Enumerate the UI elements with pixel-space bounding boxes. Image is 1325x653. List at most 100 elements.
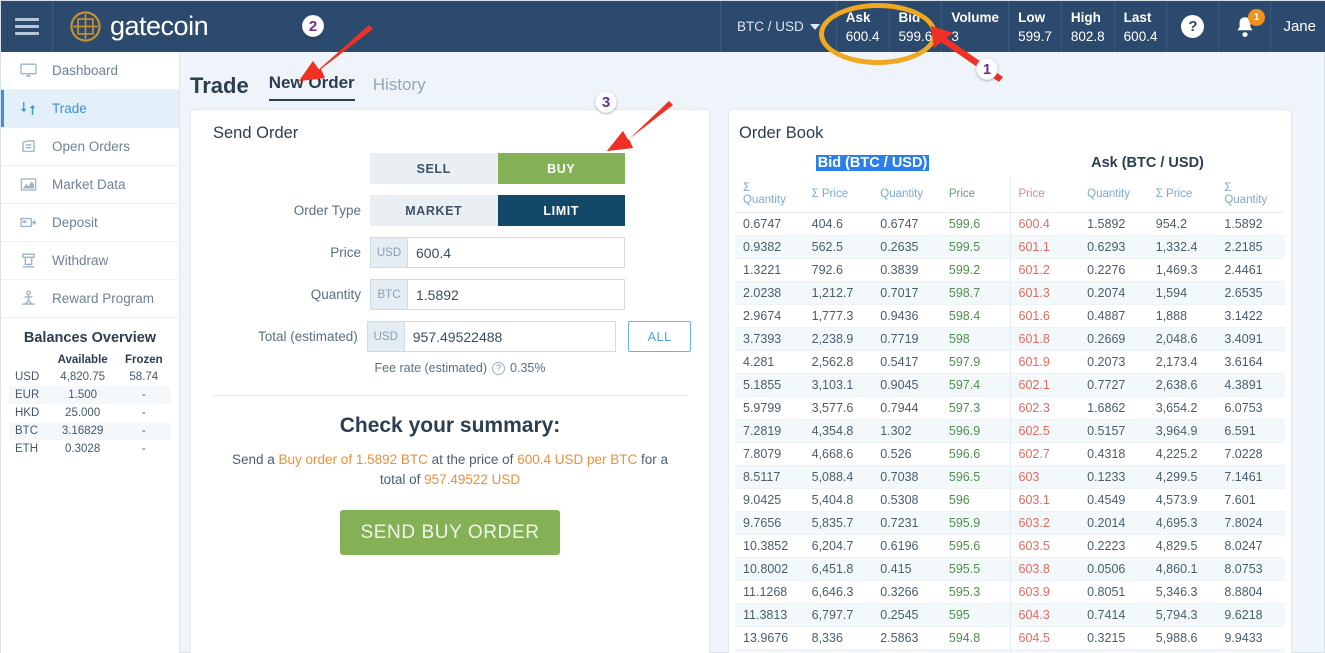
info-icon[interactable]: ?: [492, 361, 506, 375]
table-cell: 7.601: [1216, 488, 1285, 512]
table-row[interactable]: 0.9382 562.5 0.2635 599.5: [735, 235, 1010, 259]
table-cell: 562.5: [803, 235, 873, 259]
table-row[interactable]: 604.5 0.3215 5,988.6 9.9433: [1010, 626, 1285, 650]
table-row[interactable]: 10.8002 6,451.8 0.415 595.5: [735, 557, 1010, 581]
table-row[interactable]: 2.0238 1,212.7 0.7017 598.7: [735, 281, 1010, 305]
table-cell: 0.2074: [1079, 281, 1148, 305]
table-cell: 601.1: [1010, 235, 1080, 259]
market-button[interactable]: MARKET: [370, 195, 498, 226]
table-cell: 4,354.8: [803, 419, 873, 443]
table-row[interactable]: 5.1855 3,103.1 0.9045 597.4: [735, 373, 1010, 397]
table-row[interactable]: 5.9799 3,577.6 0.7944 597.3: [735, 396, 1010, 420]
table-row[interactable]: 15.27489,113.31.3072594.6: [735, 649, 1010, 653]
table-row[interactable]: 10.3852 6,204.7 0.6196 595.6: [735, 534, 1010, 558]
table-row[interactable]: 602.1 0.7727 2,638.6 4.3891: [1010, 373, 1285, 397]
total-label: Total (estimated): [257, 329, 358, 344]
sidebar-item-open-orders[interactable]: Open Orders: [1, 128, 179, 166]
hamburger-icon[interactable]: [1, 1, 53, 52]
ticker-last: Last 600.4: [1115, 1, 1168, 52]
table-row[interactable]: 601.9 0.2073 2,173.4 3.6164: [1010, 350, 1285, 374]
table-row[interactable]: 602.7 0.4318 4,225.2 7.0228: [1010, 442, 1285, 466]
balances-overview: Balances Overview Available Frozen USD 4…: [1, 318, 179, 458]
quantity-label: Quantity: [310, 287, 361, 302]
table-row[interactable]: 9.0425 5,404.8 0.5308 596: [735, 488, 1010, 512]
tab-history[interactable]: History: [373, 75, 426, 101]
balance-currency: HKD: [15, 407, 40, 419]
table-cell: 4,860.1: [1147, 557, 1217, 581]
table-row[interactable]: 7.2819 4,354.8 1.302 596.9: [735, 419, 1010, 443]
sidebar-item-market-data[interactable]: Market Data: [1, 166, 179, 204]
sell-button[interactable]: SELL: [370, 153, 498, 184]
table-cell: 598.4: [940, 304, 1010, 328]
table-cell: 596: [940, 488, 1010, 512]
table-row[interactable]: 7.8079 4,668.6 0.526 596.6: [735, 442, 1010, 466]
table-row[interactable]: 0.6747 404.6 0.6747 599.6: [735, 212, 1010, 236]
table-row[interactable]: 603.9 0.8051 5,346.3 8.8804: [1010, 580, 1285, 604]
all-button[interactable]: ALL: [628, 321, 691, 352]
table-row[interactable]: 604.3 0.7414 5,794.3 9.6218: [1010, 603, 1285, 627]
table-row[interactable]: 11.1268 6,646.3 0.3266 595.3: [735, 580, 1010, 604]
table-cell: 7.0228: [1216, 442, 1285, 466]
sidebar-item-dashboard[interactable]: Dashboard: [1, 52, 179, 90]
quantity-unit: BTC: [370, 279, 407, 310]
total-input[interactable]: [403, 321, 617, 352]
table-row[interactable]: 601.3 0.2074 1,594 2.6535: [1010, 281, 1285, 305]
buy-button[interactable]: BUY: [497, 153, 625, 184]
table-row[interactable]: 603 0.1233 4,299.5 7.1461: [1010, 465, 1285, 489]
bid-col-sum-quantity: Σ Quantity: [735, 177, 804, 213]
table-row[interactable]: 601.2 0.2276 1,469.3 2.4461: [1010, 258, 1285, 282]
table-cell: 2,638.6: [1147, 373, 1217, 397]
table-row[interactable]: 603.5 0.2223 4,829.5 8.0247: [1010, 534, 1285, 558]
sidebar-item-withdraw[interactable]: Withdraw: [1, 242, 179, 280]
table-cell: 0.9045: [872, 373, 941, 397]
pair-selector[interactable]: BTC / USD: [719, 1, 837, 52]
table-row[interactable]: 9.7656 5,835.7 0.7231 595.9: [735, 511, 1010, 535]
main-content: Trade New Order History Send Order SELL …: [180, 52, 1325, 653]
help-button[interactable]: ?: [1167, 1, 1220, 52]
sidebar-item-reward-program[interactable]: Reward Program: [1, 280, 179, 318]
table-cell: 15.2748: [735, 649, 804, 653]
table-cell: 602.3: [1010, 396, 1080, 420]
table-row[interactable]: 13.9676 8,336 2.5863 594.8: [735, 626, 1010, 650]
table-row[interactable]: 602.5 0.5157 3,964.9 6.591: [1010, 419, 1285, 443]
table-row[interactable]: 11.3813 6,797.7 0.2545 595: [735, 603, 1010, 627]
balance-available: 3.16829: [61, 425, 104, 437]
notifications-button[interactable]: 1: [1219, 1, 1272, 52]
table-row: HKD 25.000 -: [9, 404, 171, 422]
table-row[interactable]: 600.4 1.5892 954.2 1.5892: [1010, 212, 1285, 236]
balance-currency: ETH: [15, 443, 38, 455]
ticker-ask-value: 600.4: [845, 29, 880, 44]
table-row[interactable]: 8.5117 5,088.4 0.7038 596.5: [735, 465, 1010, 489]
table-row[interactable]: 603.1 0.4549 4,573.9 7.601: [1010, 488, 1285, 512]
table-row[interactable]: 601.6 0.4887 1,888 3.1422: [1010, 304, 1285, 328]
table-row[interactable]: 3.7393 2,238.9 0.7719 598: [735, 327, 1010, 351]
table-row[interactable]: 602.3 1.6862 3,654.2 6.0753: [1010, 396, 1285, 420]
sidebar-item-trade[interactable]: Trade: [1, 90, 179, 128]
table-cell: 0.2635: [872, 235, 941, 259]
price-label: Price: [330, 245, 361, 260]
limit-button[interactable]: LIMIT: [497, 195, 625, 226]
table-row[interactable]: 4.281 2,562.8 0.5417 597.9: [735, 350, 1010, 374]
brand-logo[interactable]: gatecoin: [53, 1, 209, 52]
table-row[interactable]: 2.9674 1,777.3 0.9436 598.4: [735, 304, 1010, 328]
table-row[interactable]: 1.3221 792.6 0.3839 599.2: [735, 258, 1010, 282]
quantity-input[interactable]: [407, 279, 625, 310]
table-cell: 0.7944: [872, 396, 941, 420]
table-row[interactable]: 603.8 0.0506 4,860.1 8.0753: [1010, 557, 1285, 581]
table-cell: 0.4318: [1079, 442, 1148, 466]
send-buy-order-button[interactable]: SEND BUY ORDER: [340, 510, 560, 555]
table-cell: 0.2223: [1079, 534, 1148, 558]
table-row[interactable]: 601.1 0.6293 1,332.4 2.2185: [1010, 235, 1285, 259]
tab-new-order[interactable]: New Order: [268, 73, 355, 101]
table-cell: 0.2545: [872, 603, 941, 627]
table-row[interactable]: 603.2 0.2014 4,695.3 7.8024: [1010, 511, 1285, 535]
price-input[interactable]: [407, 237, 625, 268]
table-cell: 2.4461: [1216, 258, 1285, 282]
monitor-icon: [17, 61, 39, 81]
table-cell: 0.5157: [1079, 419, 1148, 443]
table-cell: 1.5892: [1079, 212, 1148, 236]
table-row[interactable]: 604.60.5386,313.910.4813: [1010, 649, 1285, 653]
sidebar-item-deposit[interactable]: Deposit: [1, 204, 179, 242]
table-row[interactable]: 601.8 0.2669 2,048.6 3.4091: [1010, 327, 1285, 351]
user-menu[interactable]: Jane: [1271, 1, 1325, 52]
